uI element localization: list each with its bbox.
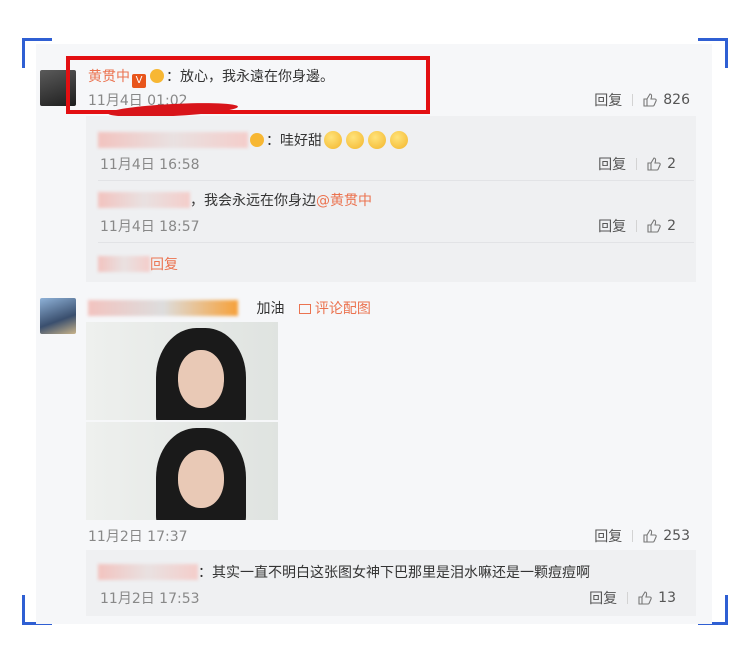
photo-face <box>178 450 224 508</box>
comment-actions: 回复 253 <box>594 526 690 546</box>
redacted-username <box>98 564 198 580</box>
comment-time: 11月2日 17:37 <box>88 529 188 545</box>
action-divider <box>627 592 629 604</box>
reply-divider <box>98 242 694 243</box>
action-divider <box>632 94 634 106</box>
member-badge-icon <box>250 133 264 147</box>
redacted-username <box>98 132 248 148</box>
reply-button[interactable]: 回复 <box>594 526 622 546</box>
action-divider <box>636 158 638 170</box>
mention-link[interactable]: @黄贯中 <box>316 193 372 209</box>
like-count: 13 <box>658 590 676 606</box>
thumbs-up-icon <box>643 93 658 107</box>
emoji-icon <box>324 131 342 149</box>
reply-time: 11月4日 18:57 <box>100 219 200 235</box>
like-button[interactable]: 253 <box>643 528 690 544</box>
comment-photo[interactable] <box>86 322 278 420</box>
more-replies-link[interactable]: 回复 <box>98 254 178 274</box>
emoji-icon <box>346 131 364 149</box>
redacted-count <box>98 256 150 272</box>
like-button[interactable]: 826 <box>643 92 690 108</box>
more-replies-label: 回复 <box>150 257 178 273</box>
like-button[interactable]: 2 <box>647 156 676 172</box>
comment-image-link[interactable]: 评论配图 <box>298 301 371 317</box>
reply-button[interactable]: 回复 <box>589 588 617 608</box>
reply-line: ：哇好甜 <box>98 130 410 150</box>
comment-photo[interactable] <box>86 422 278 520</box>
reply-actions: 回复 2 <box>598 216 676 236</box>
avatar[interactable] <box>40 298 76 334</box>
like-count: 253 <box>663 528 690 544</box>
thumbs-up-icon <box>647 157 661 171</box>
like-button[interactable]: 13 <box>638 590 676 606</box>
thumbs-up-icon <box>643 529 658 543</box>
image-icon <box>298 304 311 314</box>
like-button[interactable]: 2 <box>647 218 676 234</box>
reply-button[interactable]: 回复 <box>598 216 626 236</box>
reply-actions: 回复 13 <box>589 588 676 608</box>
redacted-username <box>98 192 190 208</box>
thumbs-up-icon <box>638 591 652 605</box>
reply-text: ：哇好甜 <box>266 133 322 149</box>
reply-divider <box>98 180 694 181</box>
reply-line: ，我会永远在你身边@黄贯中 <box>98 190 372 210</box>
comment-actions: 回复 826 <box>594 90 690 110</box>
photo-face <box>178 350 224 408</box>
action-divider <box>636 220 638 232</box>
like-count: 2 <box>667 218 676 234</box>
reply-text: ：其实一直不明白这张图女神下巴那里是泪水嘛还是一颗痘痘啊 <box>198 565 590 581</box>
comment-list: 黄贯中 V ：放心，我永遠在你身邊。 11月4日 01:02 回复 826 ：哇好甜… <box>36 44 712 624</box>
action-divider <box>632 530 634 542</box>
comment-main-line: 加油 评论配图 <box>88 298 371 318</box>
reply-text: ，我会永远在你身边 <box>190 193 316 209</box>
like-count: 826 <box>663 92 690 108</box>
reply-actions: 回复 2 <box>598 154 676 174</box>
reply-button[interactable]: 回复 <box>594 90 622 110</box>
reply-time: 11月2日 17:53 <box>100 591 200 607</box>
reply-button[interactable]: 回复 <box>598 154 626 174</box>
reply-line: ：其实一直不明白这张图女神下巴那里是泪水嘛还是一颗痘痘啊 <box>98 562 590 582</box>
emoji-icon <box>368 131 386 149</box>
reply-time: 11月4日 16:58 <box>100 157 200 173</box>
redacted-username <box>88 300 238 316</box>
highlight-box <box>66 56 430 114</box>
comment-text: 加油 <box>256 301 285 317</box>
emoji-icon <box>390 131 408 149</box>
comment-image-label: 评论配图 <box>314 301 371 317</box>
like-count: 2 <box>667 156 676 172</box>
thumbs-up-icon <box>647 219 661 233</box>
